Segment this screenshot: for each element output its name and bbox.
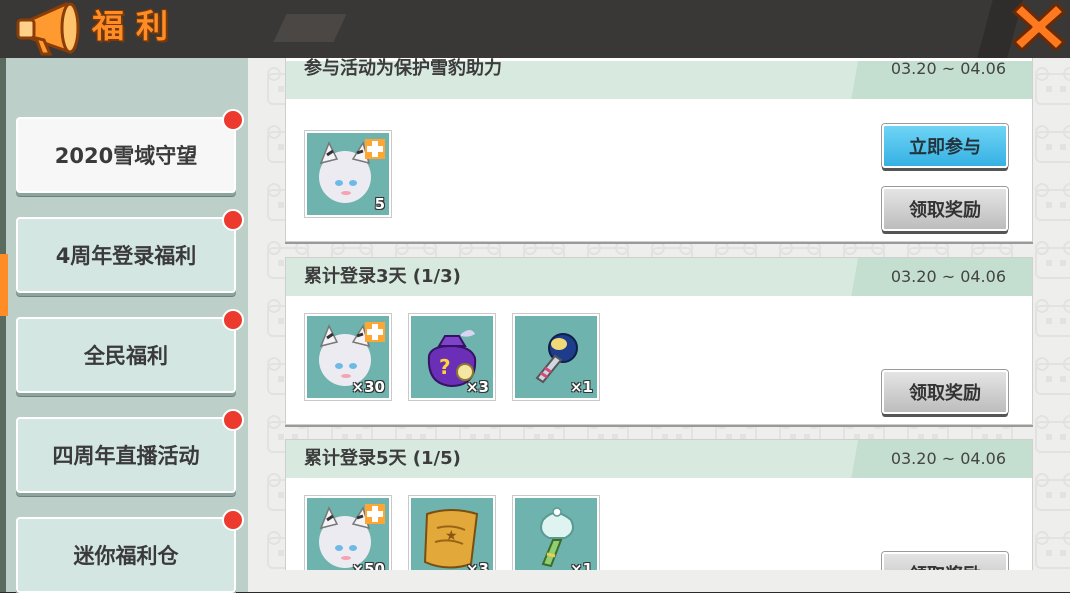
sidebar-item-snow-watch[interactable]: 2020雪域守望 bbox=[16, 109, 244, 193]
page-title: 福利 bbox=[92, 7, 181, 45]
notification-dot bbox=[222, 409, 244, 431]
svg-text:?: ? bbox=[439, 355, 451, 379]
item-count: ×1 bbox=[569, 560, 593, 570]
reward-card: 参与活动为保护雪豹助力 03.20 ~ 04.06 5 立即参与 领取奖励 bbox=[285, 58, 1033, 242]
notification-dot bbox=[222, 509, 244, 531]
reward-item[interactable]: 5 bbox=[305, 131, 391, 217]
reward-item[interactable]: ★ ×3 bbox=[409, 496, 495, 570]
sidebar-item-live-event[interactable]: 四周年直播活动 bbox=[16, 409, 244, 493]
card-title: 累计登录5天 (1/5) bbox=[304, 448, 461, 469]
item-count: ×3 bbox=[465, 378, 489, 396]
sidebar-item-public-welfare[interactable]: 全民福利 bbox=[16, 309, 244, 393]
notification-dot bbox=[222, 309, 244, 331]
item-count: 5 bbox=[374, 195, 385, 213]
reward-item[interactable]: ×1 bbox=[513, 314, 599, 400]
claim-reward-button[interactable]: 领取奖励 bbox=[882, 552, 1008, 570]
item-count: ×3 bbox=[465, 560, 489, 570]
sidebar-item-label: 四周年直播活动 bbox=[52, 444, 200, 468]
reward-item[interactable]: ×50 bbox=[305, 496, 391, 570]
card-date: 03.20 ~ 04.06 bbox=[890, 267, 1006, 286]
card-header: 累计登录3天 (1/3) 03.20 ~ 04.06 bbox=[286, 258, 1032, 296]
claim-reward-button[interactable]: 领取奖励 bbox=[882, 187, 1008, 231]
close-x-icon bbox=[1012, 2, 1066, 52]
card-header: 累计登录5天 (1/5) 03.20 ~ 04.06 bbox=[286, 440, 1032, 478]
reward-item[interactable]: ? ×3 bbox=[409, 314, 495, 400]
card-date: 03.20 ~ 04.06 bbox=[890, 449, 1006, 468]
sidebar-item-label: 4周年登录福利 bbox=[55, 244, 197, 268]
sidebar-item-label: 2020雪域守望 bbox=[54, 144, 198, 168]
reward-card: 累计登录5天 (1/5) 03.20 ~ 04.06 ×50 ★ ×3 ×1 bbox=[285, 439, 1033, 570]
sidebar-item-anniversary-login[interactable]: 4周年登录福利 bbox=[16, 209, 244, 293]
reward-list[interactable]: 参与活动为保护雪豹助力 03.20 ~ 04.06 5 立即参与 领取奖励 累计… bbox=[248, 58, 1070, 570]
close-button[interactable] bbox=[1012, 0, 1066, 52]
sidebar: 2020雪域守望 4周年登录福利 全民福利 四周年直播活动 迷你福利仓 bbox=[6, 58, 248, 593]
card-title: 参与活动为保护雪豹助力 bbox=[304, 58, 502, 79]
card-title: 累计登录3天 (1/3) bbox=[304, 266, 461, 287]
svg-text:★: ★ bbox=[445, 528, 458, 544]
panel-footer bbox=[248, 570, 1070, 592]
sidebar-item-label: 迷你福利仓 bbox=[73, 544, 179, 568]
item-count: ×50 bbox=[351, 560, 385, 570]
title-bar: 福利 bbox=[0, 0, 1070, 58]
reward-card: 累计登录3天 (1/3) 03.20 ~ 04.06 ×30 ? ×3 ×1 领… bbox=[285, 257, 1033, 425]
header-decoration bbox=[273, 14, 347, 42]
card-header: 参与活动为保护雪豹助力 03.20 ~ 04.06 bbox=[286, 58, 1032, 99]
join-now-button[interactable]: 立即参与 bbox=[882, 124, 1008, 168]
item-count: ×1 bbox=[569, 378, 593, 396]
reward-panel: 参与活动为保护雪豹助力 03.20 ~ 04.06 5 立即参与 领取奖励 累计… bbox=[248, 58, 1070, 592]
notification-dot bbox=[222, 209, 244, 231]
reward-item[interactable]: ×30 bbox=[305, 314, 391, 400]
reward-item[interactable]: ×1 bbox=[513, 496, 599, 570]
card-date: 03.20 ~ 04.06 bbox=[890, 59, 1006, 78]
active-indicator bbox=[0, 254, 8, 316]
item-count: ×30 bbox=[351, 378, 385, 396]
megaphone-icon bbox=[16, 1, 80, 56]
claim-reward-button[interactable]: 领取奖励 bbox=[882, 370, 1008, 414]
sidebar-item-welfare-warehouse[interactable]: 迷你福利仓 bbox=[16, 509, 244, 593]
sidebar-item-label: 全民福利 bbox=[84, 344, 168, 368]
notification-dot bbox=[222, 109, 244, 131]
